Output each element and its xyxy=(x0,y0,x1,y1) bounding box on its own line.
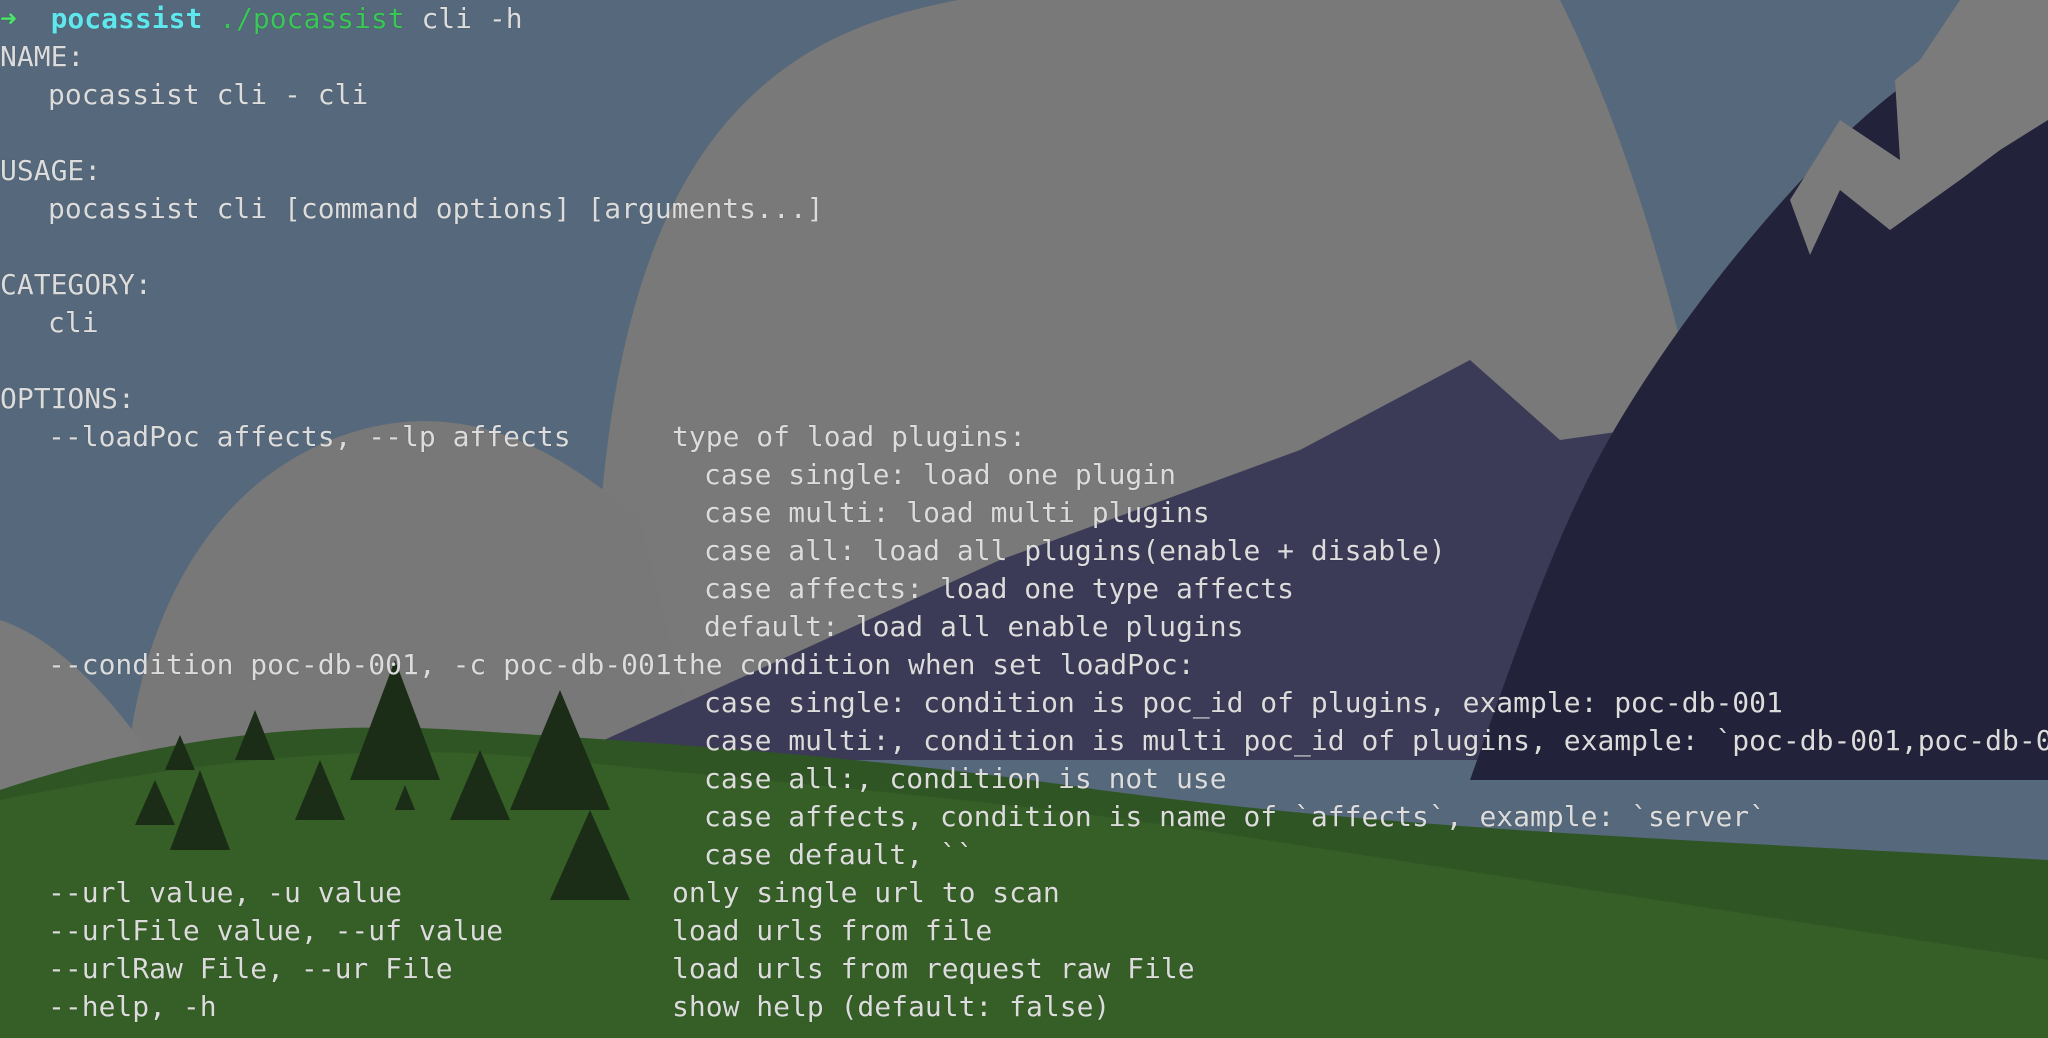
option-url-flag: --url value, -u value xyxy=(48,876,403,909)
option-loadpoc-flag: --loadPoc affects, --lp affects xyxy=(48,420,571,453)
name-text: pocassist cli - cli xyxy=(48,78,369,111)
terminal-output: ➜ pocassist ./pocassist cli -h NAME: poc… xyxy=(0,0,2048,1038)
option-loadpoc-case: case affects: load one type affects xyxy=(704,572,1295,605)
option-loadpoc-desc: type of load plugins: xyxy=(672,420,1027,453)
category-header: CATEGORY: xyxy=(0,268,152,301)
option-condition-case: case single: condition is poc_id of plug… xyxy=(704,686,1783,719)
usage-header: USAGE: xyxy=(0,154,102,187)
option-help-desc: show help (default: false) xyxy=(672,990,1111,1023)
option-urlfile-flag: --urlFile value, --uf value xyxy=(48,914,504,947)
option-condition-case: case all:, condition is not use xyxy=(704,762,1227,795)
usage-text: pocassist cli [command options] [argumen… xyxy=(48,192,824,225)
prompt-arrow-icon: ➜ xyxy=(0,2,17,35)
option-loadpoc-case: default: load all enable plugins xyxy=(704,610,1244,643)
option-condition-case: case default, `` xyxy=(704,838,974,871)
prompt-line: ➜ pocassist ./pocassist cli -h xyxy=(0,0,523,38)
option-urlraw-desc: load urls from request raw File xyxy=(672,952,1195,985)
option-help-flag: --help, -h xyxy=(48,990,217,1023)
option-condition-flag: --condition poc-db-001, -c poc-db-001 xyxy=(48,648,672,681)
option-condition-desc: the condition when set loadPoc: xyxy=(672,648,1195,681)
option-loadpoc-case: case single: load one plugin xyxy=(704,458,1177,491)
name-header: NAME: xyxy=(0,40,85,73)
option-condition-case: case multi:, condition is multi poc_id o… xyxy=(704,724,2048,757)
option-urlfile-desc: load urls from file xyxy=(672,914,993,947)
option-url-desc: only single url to scan xyxy=(672,876,1060,909)
prompt-directory: pocassist xyxy=(50,2,203,35)
option-loadpoc-case: case all: load all plugins(enable + disa… xyxy=(704,534,1446,567)
option-urlraw-flag: --urlRaw File, --ur File xyxy=(48,952,453,985)
option-condition-case: case affects, condition is name of `affe… xyxy=(704,800,1767,833)
command-path: ./pocassist xyxy=(219,2,405,35)
category-text: cli xyxy=(48,306,99,339)
command-args: cli -h xyxy=(421,2,523,35)
option-loadpoc-case: case multi: load multi plugins xyxy=(704,496,1210,529)
options-header: OPTIONS: xyxy=(0,382,135,415)
